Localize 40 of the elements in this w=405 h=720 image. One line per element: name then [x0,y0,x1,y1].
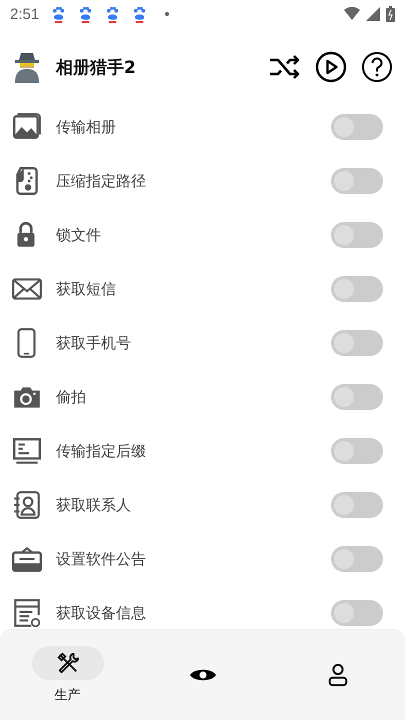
toggle-switch[interactable] [331,600,383,626]
paw-icon [51,6,66,22]
more-notifications-icon [165,12,170,16]
toggle-switch[interactable] [331,330,383,356]
toggle-switch[interactable] [331,492,383,518]
play-icon[interactable] [315,51,347,83]
toggle-switch[interactable] [331,276,383,302]
tools-icon [56,651,80,675]
paw-icon [132,6,148,22]
wifi-icon [344,7,360,21]
user-icon [326,663,348,687]
help-icon[interactable] [361,51,393,83]
monitor-icon [11,435,43,467]
setting-label: 获取联系人 [56,496,132,514]
setting-label: 传输指定后缀 [56,442,147,460]
setting-label: 传输相册 [56,118,117,136]
setting-label: 偷拍 [56,388,87,406]
toggle-switch[interactable] [331,384,383,410]
paw-icon [78,6,94,22]
signal-icon [366,7,380,21]
document-gear-icon [11,597,43,629]
shuffle-icon[interactable] [269,54,301,80]
toggle-switch[interactable] [331,114,383,140]
spy-figure-icon [12,51,42,83]
setting-label: 获取手机号 [56,334,132,352]
battery-icon [386,6,395,22]
toggle-switch[interactable] [331,222,383,248]
app-title: 相册猎手2 [56,56,137,78]
setting-label: 设置软件公告 [56,550,147,568]
setting-label: 压缩指定路径 [56,172,147,190]
setting-label: 锁文件 [56,226,102,244]
toggle-switch[interactable] [331,546,383,572]
paw-icon [105,6,120,22]
nav-tab[interactable]: 生产 [0,630,135,720]
contact-book-icon [11,489,43,521]
setting-label: 获取短信 [56,280,117,298]
setting-label: 获取设备信息 [56,604,147,622]
toggle-switch[interactable] [331,438,383,464]
toggle-switch[interactable] [331,168,383,194]
status-time: 2:51 [10,6,40,22]
